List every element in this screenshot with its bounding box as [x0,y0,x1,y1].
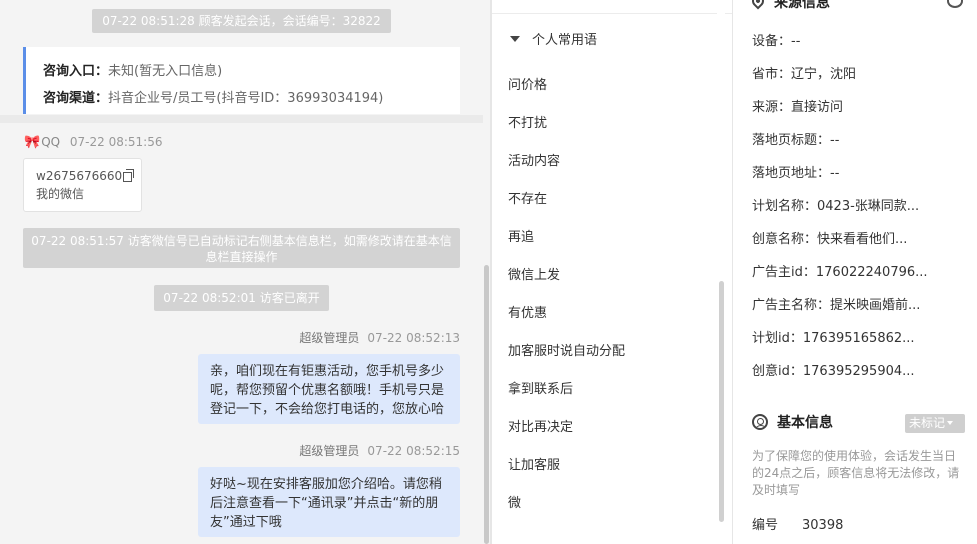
visitor-message-line1: w2675676660 [36,167,141,185]
info-value: 直接访问 [791,100,844,115]
info-label: 创意id： [752,364,803,379]
info-label: 创意名称： [752,232,818,247]
info-label: 编号 [752,518,779,533]
phrase-item[interactable]: 拿到联系后 [508,381,573,399]
info-row-plan-id: 计划id：176395165862... [752,330,915,348]
info-value: -- [830,166,840,181]
info-row-source: 来源：直接访问 [752,99,843,117]
info-value: -- [830,133,840,148]
phrases-top-divider [492,13,732,14]
entry-label: 咨询入口： [43,64,109,79]
visitor-sender: 🎀QQ 07-22 08:51:56 [24,134,162,151]
auto-mark-notice: 07-22 08:51:57 访客微信号已自动标记右侧基本信息栏，如需修改请在基… [23,228,460,268]
edit-deadline-note: 为了保障您的使用体验，会话发生当日的24点之后，顾客信息将无法修改，请及时填写 [752,449,960,497]
info-row-city: 省市：辽宁，沈阳 [752,66,856,84]
agent-message: 亲，咱们现在有钜惠活动，您手机号多少呢，帮您预留个优惠名额哦！手机号只是登记一下… [198,354,460,424]
entry-value: 未知(暂无入口信息) [108,64,223,79]
agent-sender: 超级管理员 07-22 08:52:13 [299,330,460,346]
phrase-item[interactable]: 微 [508,495,521,513]
info-value: 辽宁，沈阳 [791,67,857,82]
session-start-notice: 07-22 08:51:28 顾客发起会话，会话编号：32822 [92,9,391,33]
phrases-scrollbar-thumb[interactable] [719,281,724,522]
agent-time: 07-22 08:52:13 [367,331,460,345]
info-label: 落地页地址： [752,166,831,181]
card-divider [0,115,483,123]
location-pin-icon [749,0,767,10]
channel-row: 咨询渠道：抖音企业号/员工号(抖音号ID：36993034194) [43,85,460,112]
phrase-item[interactable]: 再追 [508,229,534,247]
agent-sender: 超级管理员 07-22 08:52:15 [299,443,460,459]
info-row-plan-name: 计划名称：0423-张琳同款... [752,198,919,216]
info-value: 176022240796... [815,265,928,280]
edit-icon[interactable] [947,0,963,8]
phrase-item[interactable]: 有优惠 [508,305,547,323]
info-value: 176395165862... [802,331,915,346]
phrase-item[interactable]: 对比再决定 [508,419,573,437]
info-value: 30398 [802,518,844,533]
wechat-id-text: w2675676660 [36,169,123,183]
agent-name: 超级管理员 [299,331,360,345]
visitor-left-notice: 07-22 08:52:01 访客已离开 [154,285,329,311]
info-value: 0423-张琳同款... [817,199,920,214]
source-title-text: 来源信息 [774,0,830,11]
visitor-message-line2: 我的微信 [36,187,85,201]
info-row-creative-name: 创意名称：快来看看他们... [752,231,907,249]
info-row-advertiser-name: 广告主名称：提米映画婚前... [752,297,920,315]
info-label: 落地页标题： [752,133,831,148]
info-row-landing-title: 落地页标题：-- [752,132,839,150]
info-row-creative-id: 创意id：176395295904... [752,363,915,381]
mark-status-dropdown[interactable]: 未标记 [905,414,965,433]
visitor-info-panel: 来源信息 设备：-- 省市：辽宁，沈阳 来源：直接访问 落地页标题：-- 落地页… [733,0,977,544]
consult-info-card: 咨询入口：未知(暂无入口信息) 咨询渠道：抖音企业号/员工号(抖音号ID：369… [23,47,460,114]
agent-name: 超级管理员 [299,444,360,458]
info-value: 快来看看他们... [817,232,908,247]
phrase-item[interactable]: 问价格 [508,77,547,95]
info-value: -- [791,34,801,49]
source-section-title: 来源信息 [749,0,830,12]
app-window: 07-22 08:51:28 顾客发起会话，会话编号：32822 咨询入口：未知… [0,0,977,544]
info-row-id: 编号 30398 [752,517,843,535]
info-label: 省市： [752,67,792,82]
entry-row: 咨询入口：未知(暂无入口信息) [43,58,460,85]
phrase-group-title: 个人常用语 [532,33,598,48]
mark-status-label: 未标记 [909,416,946,430]
phrase-item[interactable]: 活动内容 [508,153,560,171]
copy-icon[interactable] [123,169,135,182]
visitor-message: w2675676660 我的微信 [23,158,142,212]
user-circle-icon [752,414,768,430]
info-row-device: 设备：-- [752,33,800,51]
phrase-item[interactable]: 微信上发 [508,267,560,285]
info-label: 计划id： [752,331,803,346]
info-row-advertiser-id: 广告主id：176022240796... [752,264,928,282]
phrase-item[interactable]: 加客服时说自动分配 [508,343,625,361]
basic-title-text: 基本信息 [777,415,833,431]
basic-section-title: 基本信息 [752,414,833,432]
caret-down-icon [510,36,520,42]
agent-message: 好哒~现在安排客服加您介绍哈。请您稍后注意查看一下“通讯录”并点击“新的朋友”通… [198,467,460,537]
phrase-item[interactable]: 让加客服 [508,457,560,475]
info-label: 广告主名称： [752,298,831,313]
visitor-name: QQ [41,135,61,149]
phrase-item[interactable]: 不打扰 [508,115,547,133]
bow-icon: 🎀 [24,135,41,150]
agent-time: 07-22 08:52:15 [367,444,460,458]
info-label: 设备： [752,34,792,49]
chat-panel: 07-22 08:51:28 顾客发起会话，会话编号：32822 咨询入口：未知… [0,0,490,544]
info-label: 计划名称： [752,199,818,214]
quick-phrases-panel: 个人常用语 问价格 不打扰 活动内容 不存在 再追 微信上发 有优惠 加客服时说… [492,0,732,544]
visitor-time: 07-22 08:51:56 [69,135,163,149]
phrase-group-header[interactable]: 个人常用语 [510,32,597,50]
channel-value: 抖音企业号/员工号(抖音号ID：36993034194) [108,91,384,106]
phrase-item[interactable]: 不存在 [508,191,547,209]
channel-label: 咨询渠道： [43,91,109,106]
info-value: 提米映画婚前... [830,298,921,313]
info-value: 176395295904... [802,364,915,379]
info-label: 来源： [752,100,792,115]
chat-scrollbar-thumb[interactable] [484,265,489,544]
caret-down-icon [947,421,954,425]
info-row-landing-url: 落地页地址：-- [752,165,839,183]
info-label: 广告主id： [752,265,816,280]
